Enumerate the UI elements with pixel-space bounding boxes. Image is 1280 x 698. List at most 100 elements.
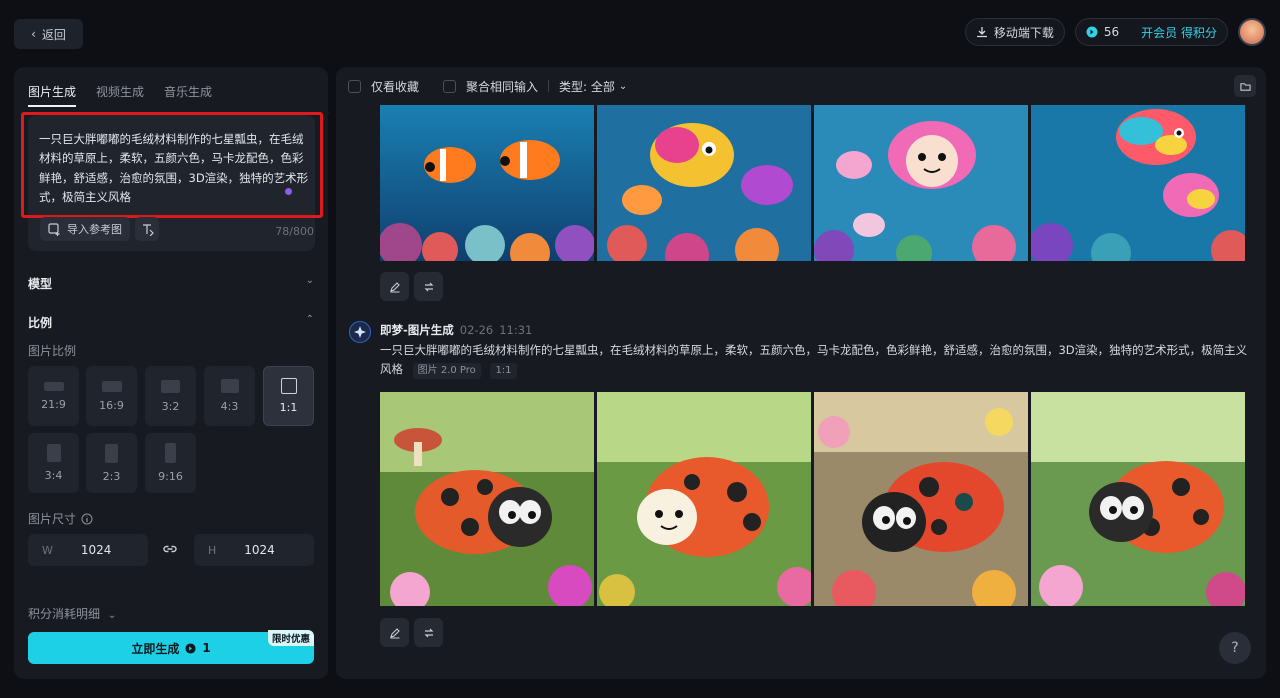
ratio-shape — [161, 379, 180, 393]
generate-button[interactable]: 立即生成 1 限时优惠 — [28, 630, 314, 664]
pencil-icon — [389, 627, 400, 639]
import-reference-button[interactable]: 导入参考图 — [40, 217, 130, 241]
promo-badge: 限时优惠 — [267, 630, 314, 646]
width-key: W — [42, 543, 53, 557]
link-icon[interactable] — [162, 541, 178, 557]
generated-image[interactable] — [597, 105, 811, 319]
chevron-left-icon: ‹ — [31, 27, 36, 41]
ratio-option-16-9[interactable]: 16:9 — [86, 366, 137, 426]
ratio-label: 21:9 — [41, 397, 66, 411]
ratio-label: 16:9 — [99, 398, 124, 412]
ratio-option-2-3[interactable]: 2:3 — [86, 433, 137, 493]
avatar[interactable] — [1238, 18, 1266, 46]
left-panel: 图片生成 视频生成 音乐生成 一只巨大胖嘟嘟的毛绒材料制作的七星瓢虫，在毛绒材料… — [14, 67, 328, 679]
message-date: 02-26 — [459, 323, 494, 337]
ratio-option-3-2[interactable]: 3:2 — [145, 366, 196, 426]
generate-cost: 1 — [202, 641, 211, 655]
chevron-down-icon: ⌄ — [107, 610, 117, 621]
merge-checkbox[interactable] — [443, 79, 457, 93]
chevron-down-icon: ⌄ — [618, 80, 628, 92]
generated-image[interactable] — [380, 105, 594, 319]
back-label: 返回 — [41, 27, 66, 42]
generated-image[interactable] — [380, 392, 594, 606]
status-dot — [285, 188, 292, 195]
generated-image[interactable] — [814, 105, 1028, 319]
credits-pill[interactable]: 56 开会员 得积分 — [1074, 18, 1228, 46]
message-time: 11:31 — [499, 323, 533, 337]
favorites-checkbox[interactable] — [348, 79, 361, 93]
message-prompt: 一只巨大胖嘟嘟的毛绒材料制作的七星瓢虫，在毛绒材料的草原上，柔软，五颜六色，马卡… — [380, 341, 1250, 379]
regenerate-button[interactable] — [414, 272, 443, 301]
help-button[interactable]: ? — [1219, 632, 1251, 664]
ratio-label: 9:16 — [158, 470, 183, 483]
tab-image-generation[interactable]: 图片生成 — [28, 77, 77, 107]
credit-consume-toggle[interactable]: 积分消耗明细 ⌄ — [28, 605, 116, 622]
mobile-download-button[interactable]: 移动端下载 — [964, 18, 1065, 46]
size-label-row: 图片尺寸 — [28, 510, 93, 527]
edit-button[interactable] — [380, 618, 409, 647]
info-icon[interactable] — [81, 513, 93, 525]
edit-button[interactable] — [380, 272, 409, 301]
ratio-shape — [220, 379, 239, 393]
tab-music-generation[interactable]: 音乐生成 — [164, 77, 212, 107]
prompt-char-counter: 78/800 — [275, 225, 314, 238]
generate-label: 立即生成 — [131, 641, 180, 656]
ratio-shape — [46, 444, 61, 462]
credits-count: 56 — [1103, 25, 1120, 39]
top-right-actions: 移动端下载 56 开会员 得积分 — [964, 18, 1266, 46]
ratio-shape — [101, 380, 122, 392]
model-section-title: 模型 — [28, 277, 53, 291]
ratio-option-3-4[interactable]: 3:4 — [28, 433, 79, 493]
folder-button[interactable] — [1234, 75, 1256, 97]
ratio-section-title: 比例 — [28, 316, 53, 330]
favorites-filter-label[interactable]: 仅看收藏 — [371, 78, 419, 95]
generated-image[interactable] — [1031, 105, 1245, 319]
import-reference-label: 导入参考图 — [67, 223, 122, 236]
ratio-option-9-16[interactable]: 9:16 — [145, 433, 196, 493]
message-sender: 即梦-图片生成 — [380, 323, 454, 337]
ratio-label: 2:3 — [102, 469, 121, 483]
divider — [548, 80, 550, 92]
folder-icon — [1239, 82, 1251, 91]
regenerate-button[interactable] — [414, 618, 443, 647]
credit-consume-label: 积分消耗明细 — [28, 607, 101, 621]
ratio-sub-label: 图片比例 — [28, 344, 77, 358]
ratio-tag: 1:1 — [490, 363, 517, 379]
ratio-label: 3:2 — [161, 399, 180, 413]
mobile-download-label: 移动端下载 — [993, 25, 1054, 40]
fish-image-row — [380, 105, 1245, 319]
dreamina-logo-icon — [349, 321, 371, 343]
ratio-option-21-9[interactable]: 21:9 — [28, 366, 79, 426]
height-field[interactable]: H 1024 — [194, 534, 314, 566]
chevron-down-icon[interactable]: ⌄ — [306, 275, 314, 286]
prompt-input[interactable]: 一只巨大胖嘟嘟的毛绒材料制作的七星瓢虫，在毛绒材料的草原上，柔软，五颜六色，马卡… — [39, 130, 309, 207]
height-key: H — [208, 543, 217, 557]
size-label: 图片尺寸 — [28, 512, 77, 526]
vip-link[interactable]: 开会员 得积分 — [1141, 24, 1217, 41]
merge-filter-label[interactable]: 聚合相同输入 — [466, 78, 538, 95]
ratio-option-1-1[interactable]: 1:1 — [263, 366, 314, 426]
generated-image[interactable] — [814, 392, 1028, 606]
text-style-button[interactable] — [135, 217, 159, 241]
ratio-option-4-3[interactable]: 4:3 — [204, 366, 255, 426]
type-filter-dropdown[interactable]: 类型: 全部 — [559, 78, 615, 95]
ratio-shape — [165, 443, 176, 463]
chevron-up-icon[interactable]: ⌃ — [306, 314, 314, 325]
text-icon — [142, 223, 154, 236]
results-panel: 仅看收藏 聚合相同输入 类型: 全部 ⌄ 即梦-图片生成 02-26 11:31… — [336, 67, 1266, 679]
message-header: 即梦-图片生成 02-26 11:31 — [380, 322, 532, 338]
height-value: 1024 — [244, 543, 275, 557]
filter-bar: 仅看收藏 聚合相同输入 类型: 全部 ⌄ — [348, 77, 627, 95]
model-tag: 图片 2.0 Pro — [412, 363, 481, 379]
generated-image[interactable] — [597, 392, 811, 606]
pencil-icon — [389, 281, 400, 293]
back-button[interactable]: ‹ 返回 — [14, 19, 83, 49]
width-field[interactable]: W 1024 — [28, 534, 148, 566]
tab-video-generation[interactable]: 视频生成 — [96, 77, 144, 107]
ratio-label: 1:1 — [279, 401, 298, 414]
generated-image[interactable] — [1031, 392, 1245, 606]
ladybug-image-row — [380, 392, 1245, 606]
width-value: 1024 — [80, 543, 112, 557]
top-bar: ‹ 返回 移动端下载 56 开会员 得积分 — [0, 0, 1280, 66]
credit-coin-icon — [1086, 26, 1098, 38]
